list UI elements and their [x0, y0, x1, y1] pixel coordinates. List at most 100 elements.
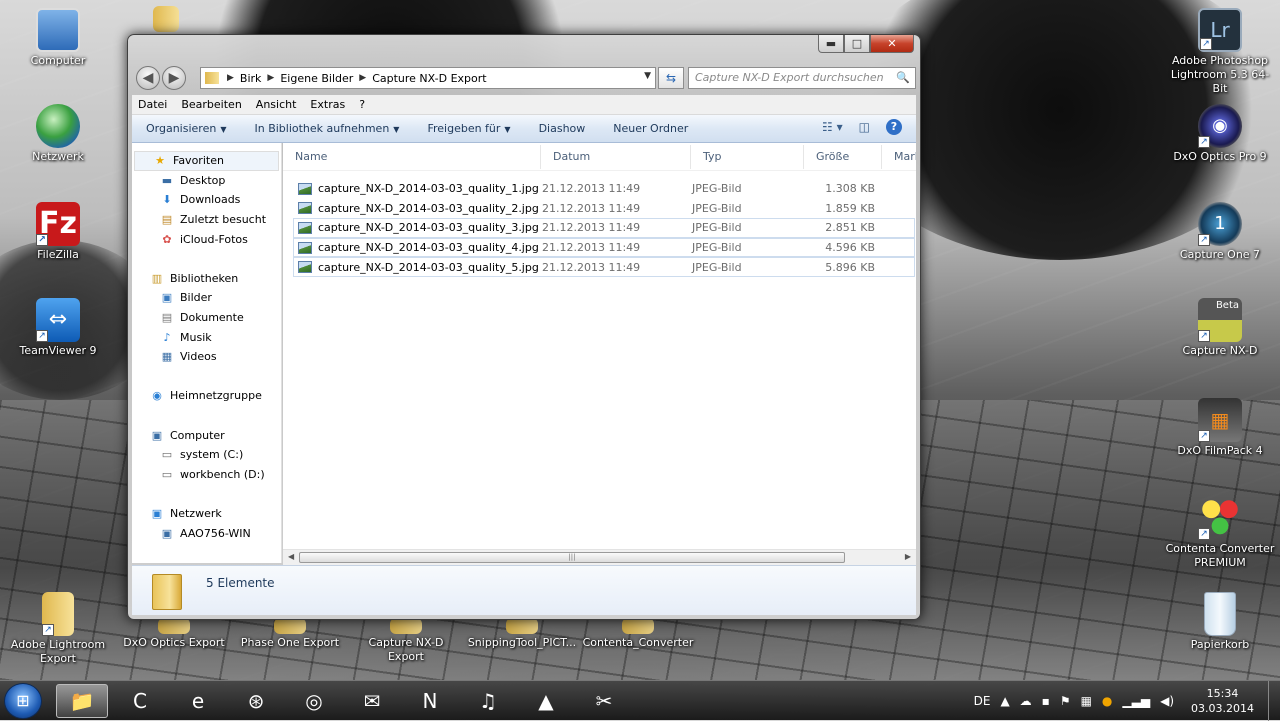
safari-taskbar-button[interactable]: ⊛	[230, 684, 282, 718]
desktop-icon-dxo-filmpack[interactable]: ▦ ↗ DxO FilmPack 4	[1164, 398, 1276, 458]
refresh-button[interactable]: ⇆	[658, 67, 684, 89]
explorer-window[interactable]: ▬ □ ✕ ◀ ▶ ▶ Birk ▶ Eigene Bilder ▶ Captu…	[127, 34, 921, 620]
chrome-taskbar-button[interactable]: ◎	[288, 684, 340, 718]
desktop-icon-contenta[interactable]: ↗ Contenta Converter PREMIUM	[1164, 496, 1276, 570]
nav-item[interactable]: ▥ Bibliotheken	[132, 269, 281, 289]
close-button[interactable]: ✕	[870, 35, 914, 53]
table-row[interactable]: capture_NX-D_2014-03-03_quality_2.jpg 21.…	[293, 199, 915, 219]
nav-item[interactable]: ⬇ Downloads	[132, 190, 281, 210]
table-row[interactable]: capture_NX-D_2014-03-03_quality_5.jpg 21.…	[293, 257, 915, 277]
clock[interactable]: 15:34 03.03.2014	[1191, 686, 1254, 716]
start-button[interactable]: ⊞	[4, 683, 42, 719]
include-in-library-button[interactable]: In Bibliothek aufnehmen ▼	[254, 122, 399, 135]
menu-datei[interactable]: Datei	[138, 98, 167, 111]
desktop-icon-teamviewer[interactable]: ⇔ ↗ TeamViewer 9	[2, 298, 114, 358]
desktop-icon-phase-one-export[interactable]: Phase One Export	[234, 618, 346, 650]
share-with-button[interactable]: Freigeben für ▼	[427, 122, 510, 135]
desktop-icon-dxo-optics[interactable]: ◉ ↗ DxO Optics Pro 9	[1164, 104, 1276, 164]
desktop-icon-filezilla[interactable]: Fz ↗ FileZilla	[2, 202, 114, 262]
nav-item[interactable]: ▭ system (C:)	[132, 445, 281, 465]
column-size[interactable]: Größe	[804, 144, 882, 169]
language-indicator[interactable]: DE	[974, 694, 991, 708]
desktop-icon-folder-hidden[interactable]	[110, 6, 222, 34]
nav-item[interactable]: ▤ Dokumente	[132, 308, 281, 328]
breadcrumb-eigene-bilder[interactable]: Eigene Bilder	[280, 72, 353, 85]
nav-item[interactable]: ♪ Musik	[132, 327, 281, 347]
table-row[interactable]: capture_NX-D_2014-03-03_quality_4.jpg 21.…	[293, 237, 915, 258]
new-folder-button[interactable]: Neuer Ordner	[613, 122, 688, 135]
nav-item[interactable]: ◉ Heimnetzgruppe	[132, 386, 281, 406]
snipping-tool-taskbar-button[interactable]: ✂	[578, 684, 630, 718]
volume-icon[interactable]: ◀)	[1160, 694, 1174, 708]
help-icon[interactable]: ?	[886, 119, 902, 135]
nav-item[interactable]: ✿ iCloud-Fotos	[132, 229, 281, 249]
table-row[interactable]: capture_NX-D_2014-03-03_quality_3.jpg 21.…	[293, 218, 915, 238]
nav-item[interactable]: ▣ Netzwerk	[132, 504, 281, 524]
desktop-icon-capture-nxd-export[interactable]: Capture NX-D Export	[350, 618, 462, 664]
nav-item[interactable]: ▭ workbench (D:)	[132, 465, 281, 485]
nav-item[interactable]: ▣ Bilder	[132, 288, 281, 308]
desktop-icon-capture-one[interactable]: 1 ↗ Capture One 7	[1164, 202, 1276, 262]
vlc-taskbar-button[interactable]: ▲	[520, 684, 572, 718]
slideshow-button[interactable]: Diashow	[539, 122, 586, 135]
menu-extras[interactable]: Extras	[310, 98, 345, 111]
breadcrumb-separator[interactable]: ▶	[227, 73, 234, 83]
nav-item[interactable]: ▣ AAO756-WIN	[132, 523, 281, 543]
desktop-icon-dxo-export[interactable]: DxO Optics Export	[118, 618, 230, 650]
nav-item[interactable]: ▤ Zuletzt besucht	[132, 210, 281, 230]
forward-button[interactable]: ▶	[162, 66, 186, 90]
organize-button[interactable]: Organisieren ▼	[146, 122, 226, 135]
column-type[interactable]: Typ	[691, 144, 804, 169]
back-button[interactable]: ◀	[136, 66, 160, 90]
desktop-icon-capture-nxd[interactable]: Beta ↗ Capture NX-D	[1164, 298, 1276, 358]
breadcrumb-birk[interactable]: Birk	[240, 72, 262, 85]
navigation-pane[interactable]: ★ Favoriten ▬ Desktop ⬇ Downloads ▤ Zuletzt bes…	[132, 143, 282, 563]
tray-update-icon[interactable]: ●	[1102, 694, 1112, 708]
preview-pane-icon[interactable]: ◫	[859, 120, 870, 134]
breadcrumb-current-folder[interactable]: Capture NX-D Export	[372, 72, 486, 85]
column-tags[interactable]: Marki	[882, 145, 916, 169]
desktop-icon-computer[interactable]: Computer	[2, 8, 114, 68]
show-desktop-button[interactable]	[1268, 681, 1280, 721]
thunderbird-taskbar-button[interactable]: ✉	[346, 684, 398, 718]
file-list[interactable]: Name Datum Typ Größe Marki capture_NX-D_…	[283, 143, 916, 563]
scroll-thumb[interactable]: |||	[299, 552, 845, 563]
horizontal-scrollbar[interactable]: ◀ ||| ▶	[283, 549, 916, 565]
tray-device-icon[interactable]: ▦	[1081, 694, 1092, 708]
column-date[interactable]: Datum	[541, 144, 691, 169]
itunes-taskbar-button[interactable]: ♫	[462, 684, 514, 718]
nav-item[interactable]: ▬ Desktop	[132, 171, 281, 191]
desktop-icon-recycle-bin[interactable]: Papierkorb	[1164, 592, 1276, 652]
breadcrumb-separator[interactable]: ▶	[267, 73, 274, 83]
search-input[interactable]: Capture NX-D Export durchsuchen 🔍	[688, 67, 916, 89]
desktop-icon-contenta-converter[interactable]: Contenta_Converter	[582, 618, 694, 650]
tray-usb-icon[interactable]: ▪	[1042, 694, 1050, 708]
view-options-icon[interactable]: ☷ ▾	[822, 120, 843, 134]
nav-item[interactable]: ▦ Videos	[132, 347, 281, 367]
onenote-taskbar-button[interactable]: N	[404, 684, 456, 718]
action-center-icon[interactable]: ⚑	[1060, 694, 1071, 708]
nav-item[interactable]: ★ Favoriten	[134, 151, 279, 171]
tray-app-icon[interactable]: ☁	[1020, 694, 1032, 708]
menu-ansicht[interactable]: Ansicht	[256, 98, 297, 111]
maximize-button[interactable]: □	[844, 35, 870, 53]
search-icon[interactable]: 🔍	[896, 68, 910, 88]
address-bar[interactable]: ▶ Birk ▶ Eigene Bilder ▶ Capture NX-D Ex…	[200, 67, 656, 89]
desktop-icon-network[interactable]: Netzwerk	[2, 104, 114, 164]
column-name[interactable]: Name	[283, 144, 541, 169]
minimize-button[interactable]: ▬	[818, 35, 844, 53]
explorer-taskbar-button[interactable]: 📁	[56, 684, 108, 718]
network-signal-icon[interactable]: ▁▃▅	[1122, 694, 1150, 708]
internet-explorer-taskbar-button[interactable]: e	[172, 684, 224, 718]
scroll-left-icon[interactable]: ◀	[288, 552, 294, 561]
tray-expand-icon[interactable]: ▲	[1000, 694, 1009, 708]
menu-help[interactable]: ?	[359, 98, 365, 111]
breadcrumb-separator[interactable]: ▶	[359, 73, 366, 83]
desktop-icon-lightroom[interactable]: Lr ↗ Adobe Photoshop Lightroom 5.3 64-Bit	[1164, 8, 1276, 96]
scroll-right-icon[interactable]: ▶	[905, 552, 911, 561]
capture-nxd-taskbar-button[interactable]: C	[114, 684, 166, 718]
desktop-icon-lightroom-export[interactable]: ↗ Adobe Lightroom Export	[2, 592, 114, 666]
desktop-icon-snippingtool[interactable]: SnippingTool_PICT...	[466, 618, 578, 650]
address-dropdown-icon[interactable]: ▼	[644, 71, 651, 81]
menu-bearbeiten[interactable]: Bearbeiten	[181, 98, 241, 111]
